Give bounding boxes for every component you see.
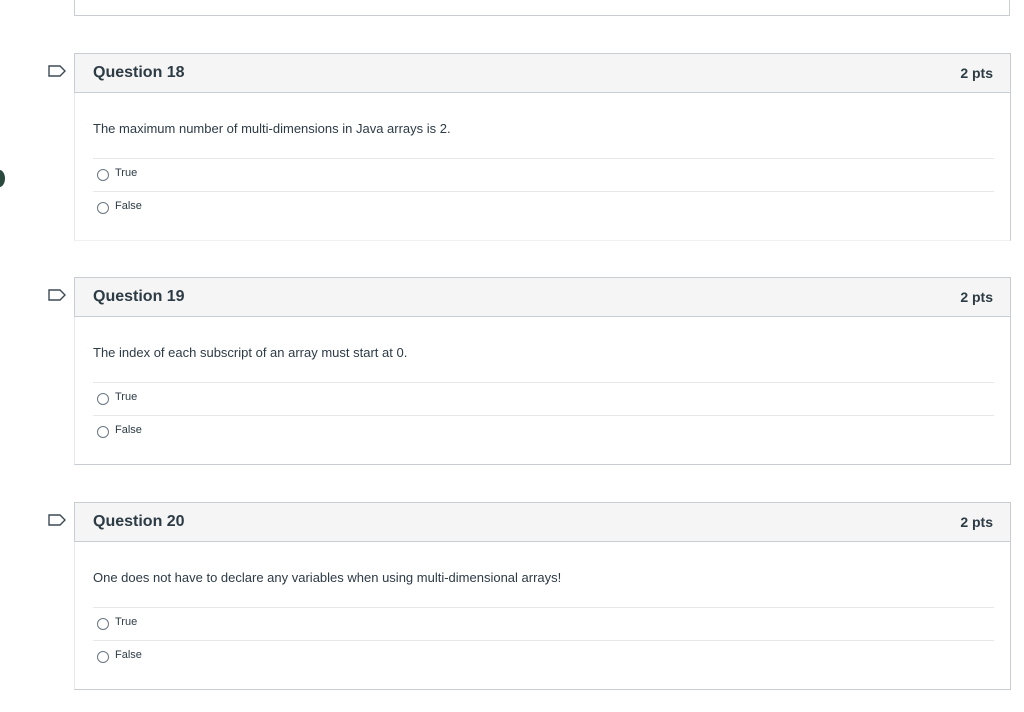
question-body: The maximum number of multi-dimensions i… — [74, 93, 1011, 241]
question-points: 2 pts — [960, 65, 993, 81]
answer-option-false[interactable]: False — [93, 415, 994, 447]
question-19: Question 19 2 pts The index of each subs… — [48, 277, 1011, 465]
answer-option-true[interactable]: True — [93, 158, 994, 190]
question-title: Question 18 — [93, 64, 185, 81]
question-18: Question 18 2 pts The maximum number of … — [48, 53, 1011, 241]
question-text: The maximum number of multi-dimensions i… — [93, 121, 451, 136]
radio-unchecked-icon[interactable] — [97, 651, 109, 663]
radio-unchecked-icon[interactable] — [97, 618, 109, 630]
radio-unchecked-icon[interactable] — [97, 202, 109, 214]
question-header: Question 19 2 pts — [74, 277, 1011, 317]
answer-option-false[interactable]: False — [93, 191, 994, 223]
question-header: Question 18 2 pts — [74, 53, 1011, 93]
question-text: One does not have to declare any variabl… — [93, 570, 562, 585]
side-indicator-dot — [0, 170, 5, 187]
answer-label: True — [115, 391, 138, 403]
flag-icon[interactable] — [48, 514, 66, 526]
flag-icon[interactable] — [48, 289, 66, 301]
answer-label: True — [115, 616, 138, 628]
flag-icon[interactable] — [48, 65, 66, 77]
quiz-page: Question 18 2 pts The maximum number of … — [0, 0, 1024, 712]
question-text: The index of each subscript of an array … — [93, 345, 408, 360]
question-title: Question 19 — [93, 288, 185, 305]
answer-option-false[interactable]: False — [93, 640, 994, 672]
question-body: The index of each subscript of an array … — [74, 317, 1011, 465]
question-points: 2 pts — [960, 514, 993, 530]
answer-label: False — [115, 200, 142, 212]
question-points: 2 pts — [960, 289, 993, 305]
radio-unchecked-icon[interactable] — [97, 393, 109, 405]
question-20: Question 20 2 pts One does not have to d… — [48, 502, 1011, 690]
answer-option-true[interactable]: True — [93, 607, 994, 639]
radio-unchecked-icon[interactable] — [97, 426, 109, 438]
radio-unchecked-icon[interactable] — [97, 169, 109, 181]
answer-label: False — [115, 649, 142, 661]
question-header: Question 20 2 pts — [74, 502, 1011, 542]
answer-label: True — [115, 167, 138, 179]
answer-option-true[interactable]: True — [93, 382, 994, 414]
question-body: One does not have to declare any variabl… — [74, 542, 1011, 690]
answer-label: False — [115, 424, 142, 436]
previous-question-card-edge — [74, 0, 1010, 16]
question-title: Question 20 — [93, 513, 185, 530]
